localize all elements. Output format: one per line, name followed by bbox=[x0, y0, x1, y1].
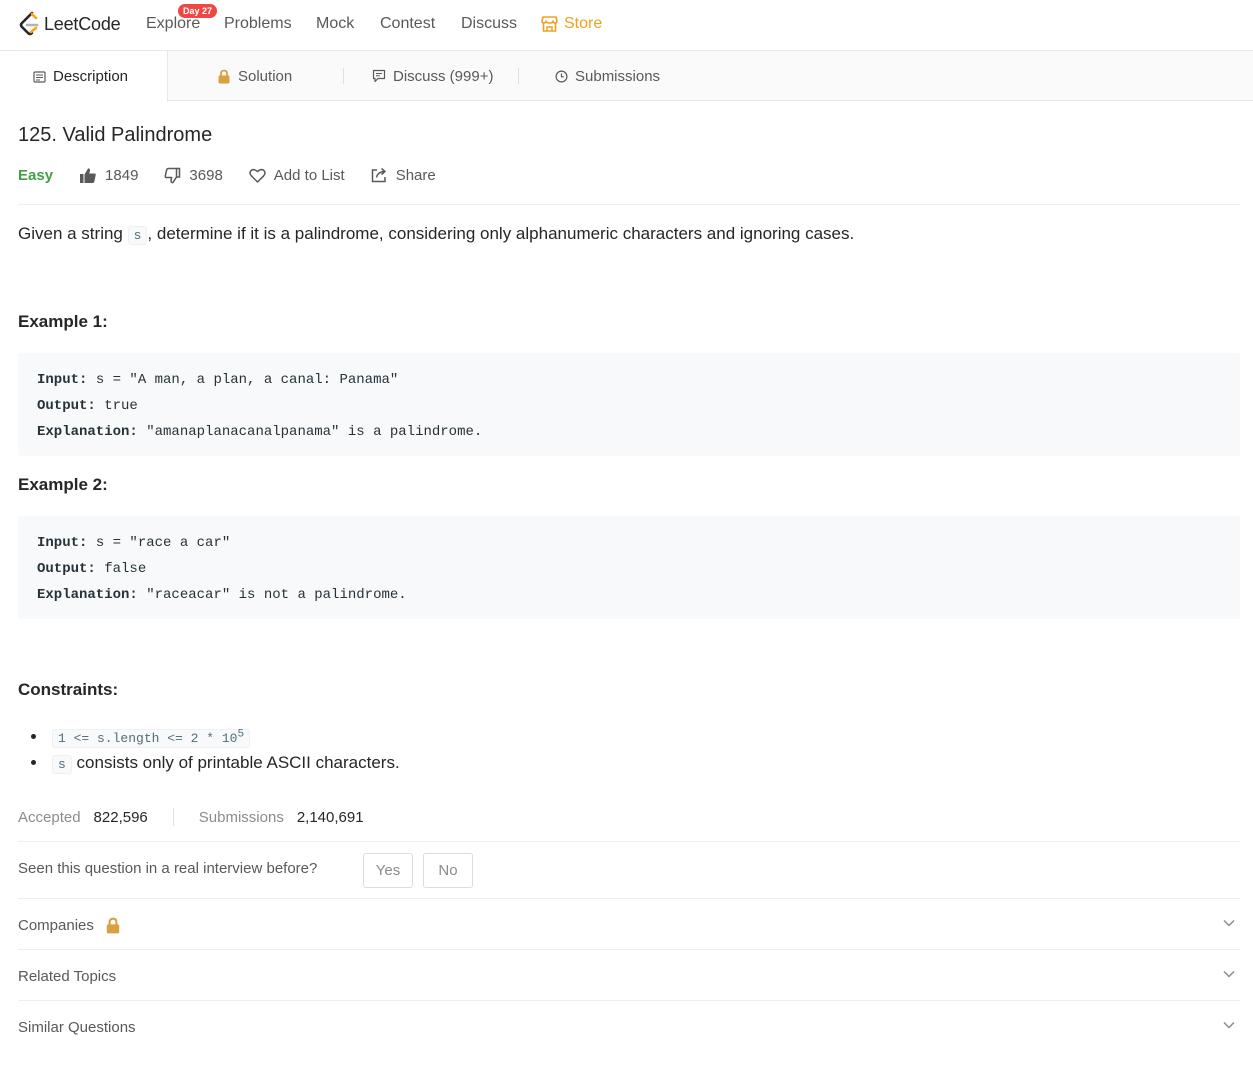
divider bbox=[18, 898, 1240, 899]
chevron-down-icon bbox=[1223, 970, 1235, 978]
problem-meta-row: Easy 1849 3698 Add to List Share bbox=[18, 163, 462, 187]
description-text: Given a string bbox=[18, 224, 128, 243]
tab-submissions-label: Submissions bbox=[575, 67, 661, 85]
top-navbar: LeetCode Explore Day 27 Problems Mock Co… bbox=[0, 0, 1253, 51]
example-2-input: Input: s = "race a car" bbox=[37, 535, 231, 551]
description-icon bbox=[33, 70, 46, 83]
divider bbox=[18, 204, 1240, 205]
heart-icon bbox=[249, 168, 266, 183]
like-button[interactable]: 1849 bbox=[79, 167, 138, 184]
accepted-count: 822,596 bbox=[93, 808, 148, 826]
thumbs-down-icon bbox=[164, 167, 181, 183]
example-2-output: Output: false bbox=[37, 561, 147, 577]
tab-solution-label: Solution bbox=[238, 67, 293, 85]
constraint-item: s consists only of printable ASCII chara… bbox=[48, 750, 400, 776]
constraints-heading: Constraints: bbox=[18, 680, 119, 699]
tab-submissions[interactable]: Submissions bbox=[555, 51, 660, 101]
example-2-block: Input: s = "race a car" Output: false Ex… bbox=[18, 516, 1240, 619]
discuss-icon bbox=[372, 69, 386, 83]
dislike-count: 3698 bbox=[189, 166, 223, 184]
nav-discuss[interactable]: Discuss bbox=[461, 15, 517, 33]
problem-title: 125. Valid Palindrome bbox=[18, 124, 213, 146]
nav-problems[interactable]: Problems bbox=[224, 15, 292, 33]
tab-discuss-label: Discuss (999+) bbox=[393, 67, 494, 85]
example-1-explanation: Explanation: "amanaplanacanalpanama" is … bbox=[37, 424, 483, 440]
submissions-label: Submissions bbox=[198, 808, 284, 826]
tab-divider bbox=[518, 68, 519, 84]
inline-code: s bbox=[127, 226, 148, 245]
store-icon bbox=[541, 16, 558, 32]
divider bbox=[18, 1000, 1240, 1001]
example-1-input: Input: s = "A man, a plan, a canal: Pana… bbox=[37, 372, 399, 388]
section-similar-questions[interactable]: Similar Questions bbox=[18, 1002, 1240, 1052]
nav-mock[interactable]: Mock bbox=[316, 15, 354, 33]
example-2-explanation: Explanation: "raceacar" is not a palindr… bbox=[37, 587, 407, 603]
problem-description: Given a string s, determine if it is a p… bbox=[18, 224, 855, 245]
tab-discuss[interactable]: Discuss (999+) bbox=[372, 51, 493, 101]
chevron-down-icon bbox=[1223, 1021, 1235, 1029]
leetcode-logo-icon bbox=[19, 11, 39, 36]
divider bbox=[18, 949, 1240, 950]
day-streak-badge: Day 27 bbox=[178, 4, 218, 18]
nav-store[interactable]: Store bbox=[541, 15, 602, 33]
store-label: Store bbox=[564, 15, 603, 32]
section-related-topics[interactable]: Related Topics bbox=[18, 951, 1240, 1001]
leetcode-logo[interactable]: LeetCode bbox=[18, 10, 121, 38]
tab-description[interactable]: Description bbox=[0, 51, 168, 102]
section-similar-questions-label: Similar Questions bbox=[18, 1018, 136, 1036]
submissions-count: 2,140,691 bbox=[296, 808, 364, 826]
dislike-button[interactable]: 3698 bbox=[164, 166, 223, 184]
tab-description-label: Description bbox=[53, 68, 129, 85]
tab-divider bbox=[343, 68, 344, 84]
example-1-heading: Example 1: bbox=[18, 312, 108, 331]
section-related-topics-label: Related Topics bbox=[18, 967, 117, 985]
interview-yes-button[interactable]: Yes bbox=[363, 853, 413, 888]
share-button[interactable]: Share bbox=[371, 167, 436, 184]
logo-text: LeetCode bbox=[44, 13, 121, 34]
divider bbox=[18, 841, 1240, 842]
example-1-output: Output: true bbox=[37, 398, 138, 414]
submission-stats: Accepted 822,596 Submissions 2,140,691 bbox=[18, 806, 364, 828]
constraints-list: 1 <= s.length <= 2 * 105 s consists only… bbox=[48, 724, 400, 776]
nav-contest[interactable]: Contest bbox=[380, 15, 435, 33]
like-count: 1849 bbox=[105, 166, 139, 184]
share-icon bbox=[371, 167, 386, 183]
share-label: Share bbox=[395, 166, 436, 184]
inline-code: 1 <= s.length <= 2 * 105 bbox=[52, 729, 251, 748]
example-2-heading: Example 2: bbox=[18, 475, 108, 494]
inline-code: s bbox=[52, 755, 72, 774]
clock-icon bbox=[555, 69, 568, 83]
lock-icon bbox=[218, 69, 230, 83]
interview-question: Seen this question in a real interview b… bbox=[18, 860, 318, 877]
chevron-down-icon bbox=[1223, 919, 1235, 927]
thumbs-up-icon bbox=[80, 167, 96, 183]
interview-no-button[interactable]: No bbox=[423, 853, 473, 888]
section-companies[interactable]: Companies bbox=[18, 900, 1240, 950]
add-to-list-label: Add to List bbox=[273, 166, 345, 184]
example-1-block: Input: s = "A man, a plan, a canal: Pana… bbox=[18, 353, 1240, 456]
tab-solution[interactable]: Solution bbox=[217, 51, 292, 101]
problem-tabbar: Description Solution Discuss (999+) Subm… bbox=[0, 51, 1253, 102]
accepted-label: Accepted bbox=[18, 808, 81, 826]
add-to-list-button[interactable]: Add to List bbox=[249, 167, 345, 184]
stats-divider bbox=[172, 808, 174, 826]
lock-icon bbox=[106, 917, 120, 933]
description-text: , determine if it is a palindrome, consi… bbox=[147, 224, 855, 243]
section-companies-label: Companies bbox=[18, 916, 94, 934]
difficulty-badge: Easy bbox=[18, 166, 54, 184]
constraint-item: 1 <= s.length <= 2 * 105 bbox=[48, 724, 400, 750]
